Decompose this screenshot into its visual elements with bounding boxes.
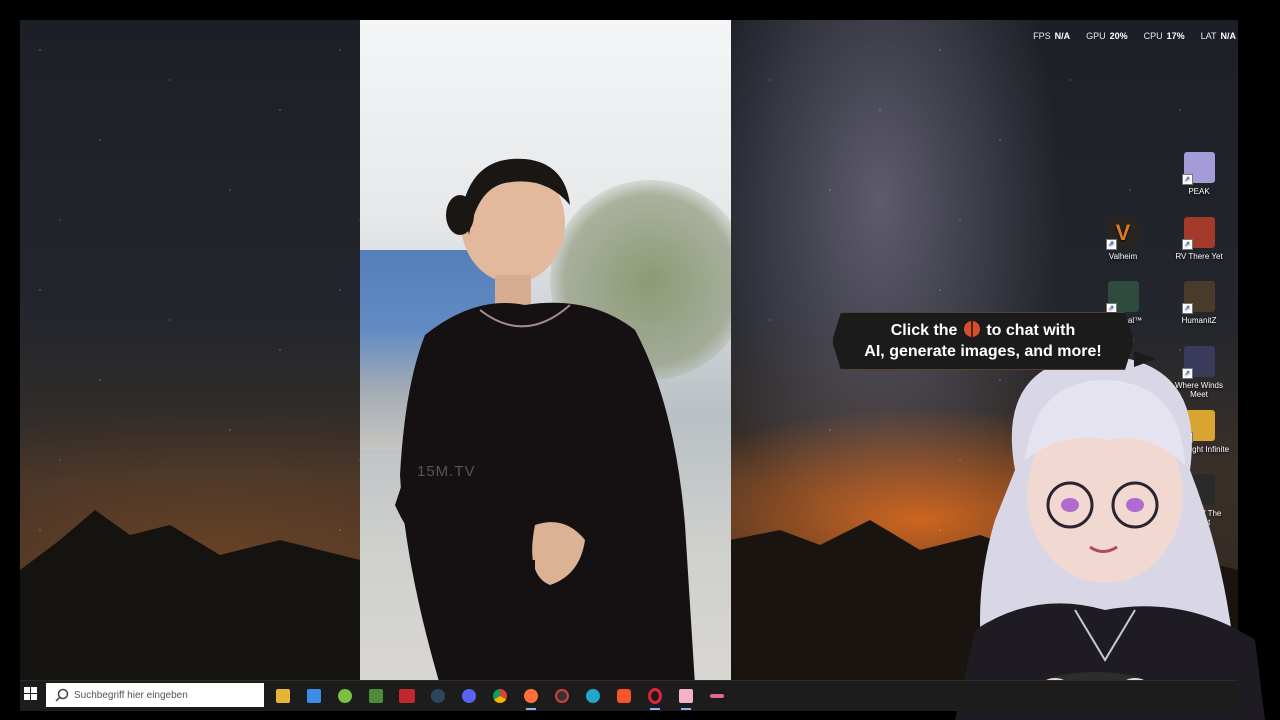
taskbar-microsoft-store[interactable] (303, 685, 325, 707)
taskbar-photo-viewer[interactable] (675, 685, 697, 710)
taskbar-pink-app[interactable] (706, 685, 728, 707)
chrome-icon (493, 689, 507, 703)
taskbar-news-app[interactable] (396, 685, 418, 707)
taskbar-minecraft[interactable] (365, 685, 387, 707)
humanitz-game-icon: ↗ (1181, 281, 1215, 314)
peak-game-icon: ↗ (1181, 152, 1215, 185)
opera-gx-icon (648, 688, 662, 704)
valheim-game-icon: V ↗ (1105, 217, 1139, 250)
taskbar-performance-monitor[interactable] (551, 685, 573, 707)
steam-icon (431, 689, 445, 703)
android-app-icon (338, 689, 352, 703)
windows-taskbar: Suchbegriff hier eingeben (20, 680, 1238, 711)
rv-there-yet-game-icon: ↗ (1181, 217, 1215, 250)
taskbar-steam[interactable] (427, 685, 449, 707)
video-person-figure (395, 158, 695, 680)
file-explorer-icon (276, 689, 290, 703)
returnal-game-icon: ↗ (1105, 281, 1139, 314)
taskbar-edge-browser[interactable] (582, 685, 604, 707)
desktop-icon-label: RV There Yet (1175, 252, 1223, 261)
assistant-speech-bubble[interactable]: Click the to chat with AI, generate imag… (832, 312, 1134, 370)
brave-browser-icon (617, 689, 631, 703)
basketball-icon (963, 321, 980, 337)
bubble-line-1: Click the to chat with (890, 321, 1076, 339)
vtuber-assistant-avatar[interactable] (935, 320, 1280, 720)
desktop-icon-valheim[interactable]: V ↗ Valheim (1090, 217, 1156, 261)
bubble-line-2: AI, generate images, and more! (864, 343, 1102, 360)
desktop-icon-label: PEAK (1188, 187, 1210, 196)
minecraft-icon (369, 689, 383, 703)
windows-start-icon[interactable] (24, 687, 38, 701)
search-placeholder: Suchbegriff hier eingeben (74, 689, 188, 701)
taskbar-brave-browser[interactable] (613, 685, 635, 707)
taskbar-chrome[interactable] (489, 685, 511, 707)
desktop-icon-rv-there-yet[interactable]: ↗ RV There Yet (1166, 217, 1232, 261)
taskbar-file-explorer[interactable] (272, 685, 294, 707)
search-icon (55, 688, 69, 702)
cpu-readout: CPU 17% (1143, 31, 1185, 41)
taskbar-opera-gx[interactable] (644, 685, 666, 710)
microsoft-store-icon (307, 689, 321, 703)
taskbar-firefox[interactable] (520, 685, 542, 710)
pink-app-icon (710, 694, 724, 698)
firefox-icon (524, 689, 538, 703)
gpu-readout: GPU 20% (1086, 31, 1128, 41)
video-player-window[interactable]: 15M.TV (360, 20, 731, 680)
desktop-icon-label: Valheim (1108, 252, 1138, 261)
performance-monitor-icon (555, 689, 569, 703)
performance-overlay: FPS N/A GPU 20% CPU 17% LAT N/A (1033, 31, 1236, 41)
bubble-pointer (1134, 351, 1156, 367)
video-watermark: 15M.TV (417, 463, 476, 480)
desktop-icon-peak[interactable]: ↗ PEAK (1166, 152, 1232, 196)
taskbar-search-box[interactable]: Suchbegriff hier eingeben (46, 683, 264, 707)
desktop-icon-humanitz[interactable]: ↗ HumanitZ (1166, 281, 1232, 325)
photo-viewer-icon (679, 689, 693, 703)
taskbar-android-app[interactable] (334, 685, 356, 707)
taskbar-discord[interactable] (458, 685, 480, 707)
edge-browser-icon (586, 689, 600, 703)
fps-readout: FPS N/A (1033, 31, 1071, 41)
discord-icon (462, 689, 476, 703)
news-app-icon (399, 689, 415, 703)
latency-readout: LAT N/A (1200, 31, 1236, 41)
